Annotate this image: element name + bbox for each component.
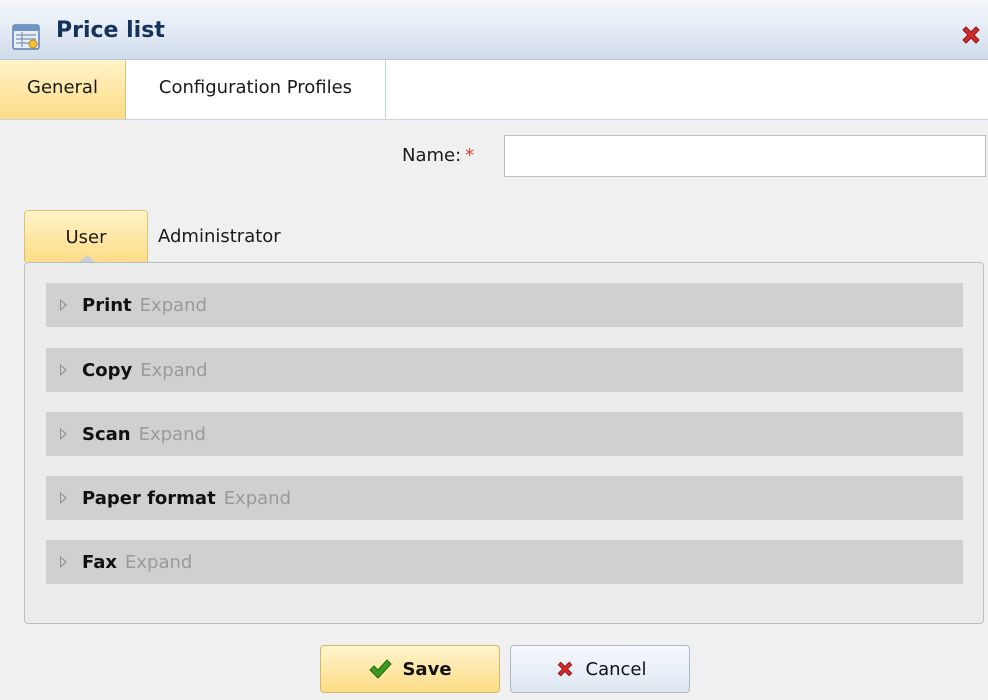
expand-arrow-icon [60,556,67,568]
section-scan-expand[interactable]: Expand [139,424,206,445]
section-title: Print Expand [82,295,207,316]
price-list-icon [12,24,40,50]
section-title: Paper format Expand [82,488,291,509]
section-fax-title: Fax [82,552,117,573]
active-tab-caret-icon [79,255,95,262]
tab-general[interactable]: General [0,60,126,119]
window-title: Price list [56,18,165,43]
tab-administrator-label: Administrator [158,226,281,247]
section-paper-format-expand[interactable]: Expand [224,488,291,509]
section-print-expand[interactable]: Expand [140,295,207,316]
save-button-label: Save [402,658,452,680]
user-settings-panel: Print Expand Copy Expand Scan Expand Paper … [24,262,984,624]
top-tab-strip: General Configuration Profiles [0,60,988,120]
section-paper-format-title: Paper format [82,488,216,509]
window-titlebar: Price list [0,0,988,60]
section-fax-expand[interactable]: Expand [125,552,192,573]
section-scan-title: Scan [82,424,131,445]
cancel-button-label: Cancel [585,658,647,680]
name-label: Name: * [402,145,474,166]
x-icon [554,658,576,680]
section-fax[interactable]: Fax Expand [46,540,963,584]
cancel-button[interactable]: Cancel [510,645,690,693]
tab-user-label: User [65,227,107,248]
tab-configuration-profiles[interactable]: Configuration Profiles [126,60,386,119]
tab-administrator[interactable]: Administrator [158,210,328,262]
section-copy-title: Copy [82,360,133,381]
checkmark-icon [368,658,393,680]
section-print[interactable]: Print Expand [46,283,963,327]
section-title: Scan Expand [82,424,206,445]
section-title: Copy Expand [82,360,208,381]
expand-arrow-icon [60,492,67,504]
tab-user[interactable]: User [24,210,148,262]
expand-arrow-icon [60,364,67,376]
tab-general-label: General [27,77,98,98]
name-input[interactable] [504,135,986,177]
section-scan[interactable]: Scan Expand [46,412,963,456]
section-title: Fax Expand [82,552,192,573]
section-copy-expand[interactable]: Expand [140,360,207,381]
save-button[interactable]: Save [320,645,500,693]
expand-arrow-icon [60,299,67,311]
section-print-title: Print [82,295,132,316]
tab-configuration-profiles-label: Configuration Profiles [158,77,353,98]
expand-arrow-icon [60,428,67,440]
close-icon[interactable] [958,22,984,48]
section-copy[interactable]: Copy Expand [46,348,963,392]
section-paper-format[interactable]: Paper format Expand [46,476,963,520]
required-marker: * [465,145,475,166]
name-label-text: Name: [402,145,462,166]
